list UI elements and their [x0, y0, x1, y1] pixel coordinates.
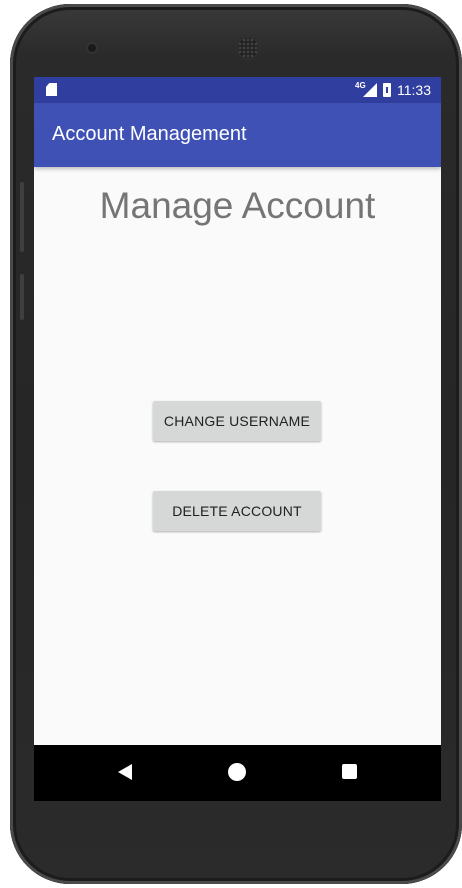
back-icon[interactable] — [118, 764, 132, 780]
delete-account-button[interactable]: DELETE ACCOUNT — [153, 491, 321, 531]
home-icon[interactable] — [228, 763, 246, 781]
front-camera — [88, 44, 96, 52]
power-button — [20, 274, 24, 320]
app-bar-title: Account Management — [52, 123, 247, 145]
volume-button — [20, 182, 24, 252]
navigation-bar — [34, 745, 441, 801]
status-icons: 4G 11:33 — [355, 77, 431, 103]
status-bar: 4G 11:33 — [34, 77, 441, 103]
sd-card-icon — [46, 83, 57, 96]
app-bar: Account Management — [34, 103, 441, 167]
device-screen: 4G 11:33 Account Management Manage Accou… — [34, 77, 441, 801]
signal-icon: 4G — [355, 81, 377, 98]
status-clock: 11:33 — [397, 82, 431, 98]
change-username-button[interactable]: CHANGE USERNAME — [153, 401, 321, 441]
battery-icon — [383, 83, 391, 97]
recent-apps-icon[interactable] — [342, 764, 357, 779]
page-title: Manage Account — [99, 185, 376, 226]
speaker-grille — [238, 38, 258, 58]
